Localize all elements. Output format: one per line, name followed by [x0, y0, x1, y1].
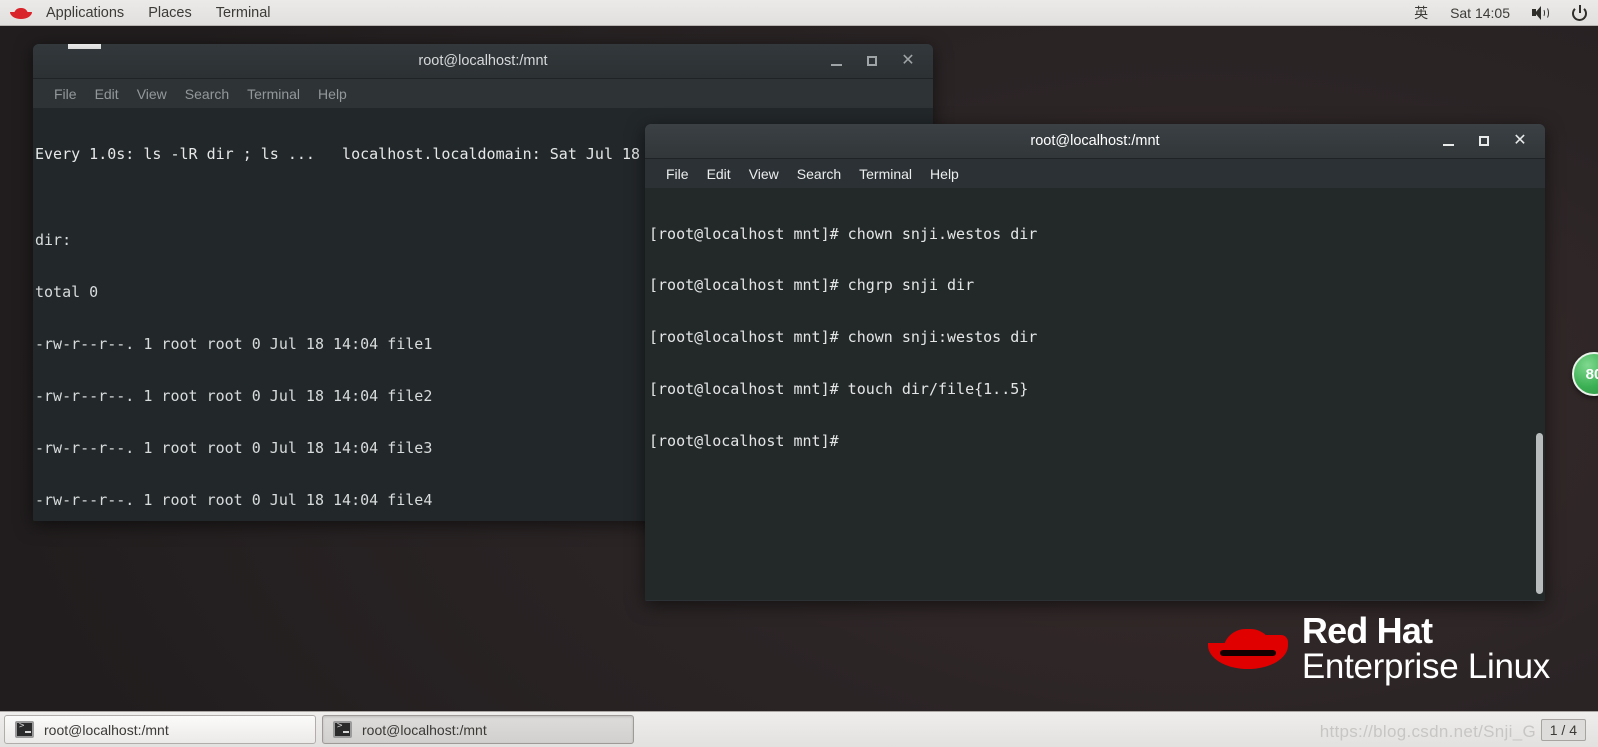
window-2-titlebar[interactable]: root@localhost:/mnt ✕	[645, 124, 1545, 159]
panel-status-area: 英 Sat 14:05	[1403, 0, 1598, 26]
volume-button[interactable]	[1521, 0, 1561, 26]
workspace-pager[interactable]: 1 / 4	[1540, 718, 1586, 741]
maximize-button[interactable]	[1471, 128, 1497, 154]
menu-file[interactable]: File	[45, 84, 86, 104]
menu-search[interactable]: Search	[176, 84, 238, 104]
terminal-icon	[15, 721, 34, 738]
rhel-branding: Red Hat Enterprise Linux	[1207, 612, 1550, 685]
brand-line-2: Enterprise Linux	[1301, 646, 1550, 686]
menu-edit[interactable]: Edit	[698, 164, 740, 184]
terminal-line: [root@localhost mnt]# chown snji.westos …	[649, 224, 1038, 243]
volume-icon	[1532, 5, 1550, 21]
minimize-icon	[830, 64, 842, 66]
menu-terminal[interactable]: Terminal	[850, 164, 921, 184]
taskbar-item-terminal-2[interactable]: root@localhost:/mnt	[322, 715, 634, 744]
taskbar-item-label: root@localhost:/mnt	[44, 721, 169, 738]
status-badge-label: 80	[1585, 365, 1598, 383]
window-1-title: root@localhost:/mnt	[418, 53, 548, 69]
taskbar-item-terminal-1[interactable]: root@localhost:/mnt	[4, 715, 316, 744]
menu-edit[interactable]: Edit	[86, 84, 128, 104]
menu-view[interactable]: View	[740, 164, 788, 184]
clock[interactable]: Sat 14:05	[1439, 0, 1521, 26]
menu-file[interactable]: File	[657, 164, 698, 184]
window-1-titlebar[interactable]: root@localhost:/mnt ✕	[33, 44, 933, 79]
rhel-brand-text: Red Hat Enterprise Linux	[1302, 612, 1550, 685]
terminal-line: [root@localhost mnt]# chown snji:westos …	[649, 328, 1038, 347]
desktop-screen: Applications Places Terminal 英 Sat 14:05	[0, 0, 1598, 747]
brand-line-1: Red Hat	[1301, 609, 1433, 651]
maximize-icon	[867, 56, 877, 66]
terminal-window-2[interactable]: root@localhost:/mnt ✕ File Edit View Sea…	[645, 124, 1545, 601]
menu-terminal[interactable]: Terminal	[238, 84, 309, 104]
panel-menu-applications[interactable]: Applications	[34, 0, 136, 26]
menu-search[interactable]: Search	[788, 164, 850, 184]
close-button[interactable]: ✕	[1507, 128, 1533, 154]
power-button[interactable]	[1561, 0, 1598, 26]
maximize-button[interactable]	[859, 48, 885, 74]
taskbar-right-area: 1 / 4	[1537, 712, 1598, 747]
terminal-line: [root@localhost mnt]#	[649, 432, 839, 451]
close-icon: ✕	[901, 52, 915, 69]
terminal-icon	[333, 721, 352, 738]
window-2-title: root@localhost:/mnt	[1030, 133, 1160, 149]
menu-view[interactable]: View	[128, 84, 176, 104]
taskbar: root@localhost:/mnt root@localhost:/mnt …	[0, 711, 1598, 747]
minimize-button[interactable]	[1435, 128, 1461, 154]
window-2-terminal-output[interactable]: [root@localhost mnt]# chown snji.westos …	[645, 188, 1545, 600]
window-1-menubar: File Edit View Search Terminal Help	[33, 79, 933, 108]
menu-help[interactable]: Help	[921, 164, 968, 184]
taskbar-item-label: root@localhost:/mnt	[362, 721, 487, 738]
input-method-indicator[interactable]: 英	[1403, 0, 1439, 26]
minimize-icon	[1442, 144, 1454, 146]
maximize-icon	[1479, 136, 1489, 146]
status-badge[interactable]: 80	[1572, 352, 1598, 396]
minimize-button[interactable]	[823, 48, 849, 74]
power-icon	[1572, 4, 1587, 21]
close-button[interactable]: ✕	[895, 48, 921, 74]
redhat-logo-icon	[10, 5, 32, 21]
terminal-line: [root@localhost mnt]# touch dir/file{1..…	[649, 380, 1029, 399]
redhat-hat-icon	[1207, 621, 1288, 675]
window-1-controls: ✕	[813, 44, 933, 79]
window-2-menubar: File Edit View Search Terminal Help	[645, 159, 1545, 188]
close-icon: ✕	[1513, 132, 1527, 149]
window-tab-handle[interactable]	[68, 44, 101, 49]
terminal-line: [root@localhost mnt]# chgrp snji dir	[649, 276, 975, 295]
window-2-controls: ✕	[1425, 124, 1545, 159]
terminal-scrollbar[interactable]	[1536, 433, 1543, 594]
panel-menu-places[interactable]: Places	[136, 0, 204, 26]
top-panel: Applications Places Terminal 英 Sat 14:05	[0, 0, 1598, 26]
panel-menu-terminal[interactable]: Terminal	[204, 0, 283, 26]
menu-help[interactable]: Help	[309, 84, 356, 104]
